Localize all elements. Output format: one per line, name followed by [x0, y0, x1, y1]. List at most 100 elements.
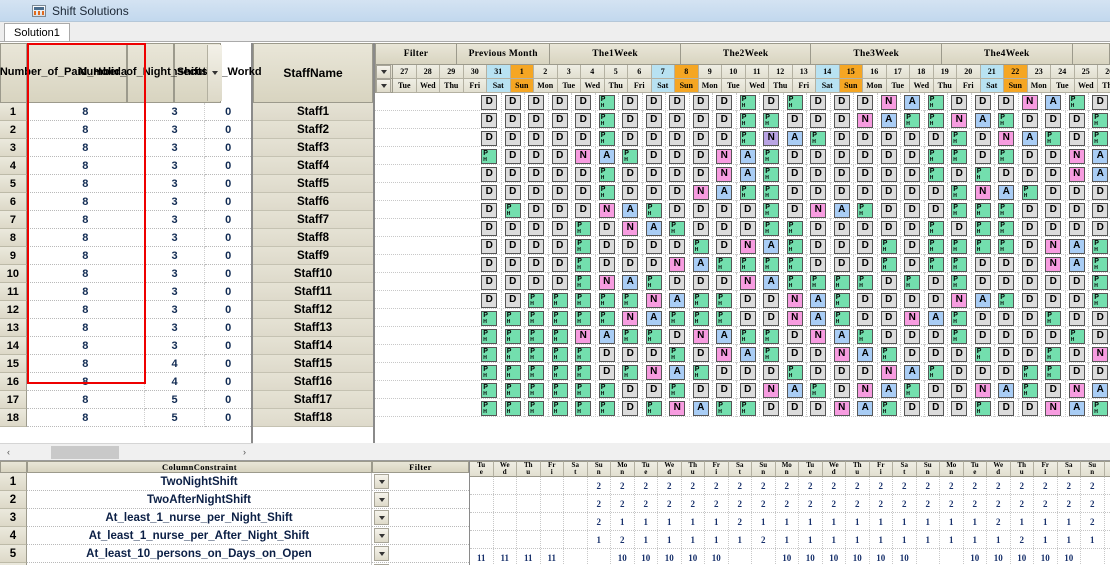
- cell-nights[interactable]: 3: [144, 139, 206, 157]
- shift-chip-P[interactable]: PH: [645, 328, 662, 344]
- shift-chip-P[interactable]: PH: [622, 148, 639, 164]
- schedule-cell[interactable]: PH: [643, 399, 666, 417]
- schedule-cell[interactable]: PH: [525, 327, 549, 345]
- schedule-cell[interactable]: D: [901, 219, 925, 237]
- shift-chip-D[interactable]: D: [669, 94, 686, 110]
- schedule-cell[interactable]: A: [1089, 147, 1110, 165]
- constraint-value-cell[interactable]: 2: [611, 531, 635, 548]
- shift-chip-A[interactable]: A: [622, 202, 639, 218]
- cell-six[interactable]: 0: [205, 139, 251, 157]
- shift-chip-D[interactable]: D: [951, 166, 968, 182]
- shift-chip-P[interactable]: PH: [739, 256, 756, 272]
- schedule-cell[interactable]: PH: [666, 345, 690, 363]
- constraint-value-cell[interactable]: 2: [588, 513, 611, 530]
- shift-chip-P[interactable]: PH: [504, 364, 521, 380]
- constraint-value-cell[interactable]: [917, 549, 940, 565]
- constraint-value-cell[interactable]: 10: [799, 549, 823, 565]
- constraint-value-cell[interactable]: 2: [1011, 531, 1034, 548]
- schedule-cell[interactable]: PH: [1089, 129, 1110, 147]
- constraint-value-cell[interactable]: 1: [658, 531, 682, 548]
- schedule-cell[interactable]: PH: [948, 147, 972, 165]
- constraint-value-cell[interactable]: 2: [729, 513, 752, 530]
- constraint-value-cell[interactable]: 2: [846, 477, 870, 494]
- row-number[interactable]: 8: [0, 229, 27, 247]
- constraint-value-cell[interactable]: 2: [1105, 495, 1110, 512]
- schedule-cell[interactable]: PH: [878, 345, 901, 363]
- shift-chip-D[interactable]: D: [1021, 328, 1038, 344]
- schedule-cell[interactable]: PH: [596, 399, 619, 417]
- table-row[interactable]: 14 8 3 0: [0, 337, 251, 355]
- shift-chip-A[interactable]: A: [739, 166, 756, 182]
- cell-nights[interactable]: 3: [144, 337, 206, 355]
- constraint-value-cell[interactable]: 2: [776, 477, 799, 494]
- cell-nights[interactable]: 3: [144, 301, 206, 319]
- schedule-cell[interactable]: PH: [525, 381, 549, 399]
- schedule-cell[interactable]: D: [643, 255, 666, 273]
- shift-chip-P[interactable]: PH: [1068, 328, 1085, 344]
- shift-chip-P[interactable]: PH: [481, 346, 498, 362]
- constraint-value-cell[interactable]: 2: [846, 495, 870, 512]
- shift-chip-P[interactable]: PH: [551, 310, 568, 326]
- schedule-cell[interactable]: PH: [737, 129, 760, 147]
- schedule-cell[interactable]: PH: [737, 183, 760, 201]
- shift-chip-P[interactable]: PH: [622, 364, 639, 380]
- shift-chip-N[interactable]: N: [575, 148, 592, 164]
- schedule-cell[interactable]: D: [502, 93, 525, 111]
- shift-chip-D[interactable]: D: [669, 148, 686, 164]
- constraint-value-cell[interactable]: [517, 495, 541, 512]
- shift-chip-D[interactable]: D: [716, 220, 733, 236]
- schedule-cell[interactable]: PH: [1066, 327, 1089, 345]
- schedule-cell[interactable]: PH: [596, 183, 619, 201]
- shift-chip-D[interactable]: D: [504, 148, 521, 164]
- shift-chip-A[interactable]: A: [1092, 166, 1109, 182]
- cell-nights[interactable]: 3: [144, 157, 206, 175]
- shift-chip-D[interactable]: D: [786, 400, 803, 416]
- shift-chip-N[interactable]: N: [1068, 382, 1085, 398]
- table-row[interactable]: 17 8 5 0: [0, 391, 251, 409]
- constraint-filter-header[interactable]: Filter: [372, 461, 469, 473]
- row-number[interactable]: 1: [0, 103, 27, 121]
- shift-chip-A[interactable]: A: [598, 148, 615, 164]
- shift-chip-D[interactable]: D: [551, 148, 568, 164]
- schedule-cell[interactable]: N: [760, 381, 784, 399]
- shift-chip-D[interactable]: D: [880, 292, 897, 308]
- shift-chip-N[interactable]: N: [998, 130, 1015, 146]
- staff-name-cell[interactable]: Staff1: [253, 103, 373, 121]
- constraint-value-cell[interactable]: 1: [776, 513, 799, 530]
- cell-six[interactable]: 0: [205, 391, 251, 409]
- schedule-cell[interactable]: D: [690, 93, 713, 111]
- shift-chip-D[interactable]: D: [1045, 274, 1062, 290]
- shift-chip-D[interactable]: D: [1092, 220, 1109, 236]
- shift-chip-P[interactable]: PH: [692, 238, 709, 254]
- constraint-value-cell[interactable]: 1: [846, 513, 870, 530]
- schedule-cell[interactable]: D: [760, 93, 784, 111]
- schedule-cell[interactable]: D: [807, 399, 831, 417]
- schedule-cell[interactable]: PH: [737, 399, 760, 417]
- staff-name-cell[interactable]: Staff15: [253, 355, 373, 373]
- shift-chip-D[interactable]: D: [551, 130, 568, 146]
- table-row[interactable]: 13 8 3 0: [0, 319, 251, 337]
- shift-chip-N[interactable]: N: [951, 112, 968, 128]
- schedule-cell[interactable]: D: [1042, 381, 1066, 399]
- row-number[interactable]: 5: [0, 545, 27, 563]
- constraint-row[interactable]: 1 TwoNightShift: [0, 473, 469, 491]
- shift-chip-A[interactable]: A: [810, 310, 827, 326]
- shift-chip-P[interactable]: PH: [763, 220, 780, 236]
- schedule-cell[interactable]: PH: [690, 363, 713, 381]
- schedule-cell[interactable]: PH: [925, 219, 948, 237]
- schedule-cell[interactable]: D: [1089, 93, 1110, 111]
- shift-chip-D[interactable]: D: [528, 166, 545, 182]
- shift-chip-D[interactable]: D: [1021, 256, 1038, 272]
- schedule-cell[interactable]: PH: [549, 309, 572, 327]
- shift-chip-N[interactable]: N: [622, 220, 639, 236]
- row-number[interactable]: 4: [0, 527, 27, 545]
- schedule-cell[interactable]: PH: [995, 237, 1019, 255]
- cell-holidays[interactable]: 8: [26, 373, 145, 391]
- shift-chip-D[interactable]: D: [974, 130, 991, 146]
- schedule-cell[interactable]: PH: [1042, 363, 1066, 381]
- shift-chip-D[interactable]: D: [692, 112, 709, 128]
- shift-chip-D[interactable]: D: [880, 274, 897, 290]
- schedule-cell[interactable]: A: [995, 183, 1019, 201]
- constraint-value-cell[interactable]: 2: [1081, 477, 1105, 494]
- cell-holidays[interactable]: 8: [26, 283, 145, 301]
